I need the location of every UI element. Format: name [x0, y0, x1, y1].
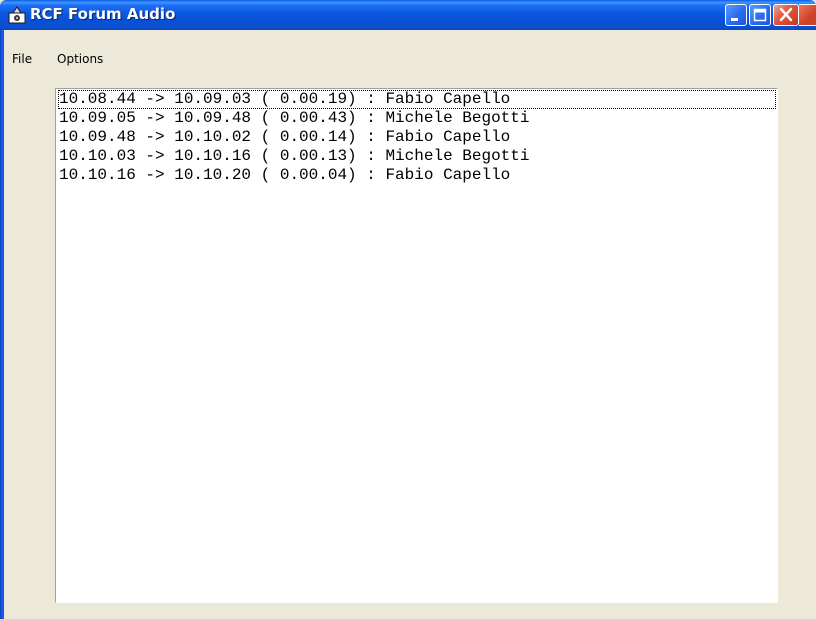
- maximize-icon: [753, 8, 767, 22]
- menu-file[interactable]: File: [12, 52, 32, 66]
- maximize-button[interactable]: [749, 4, 771, 26]
- close-icon: [779, 7, 793, 22]
- log-entry[interactable]: 10.09.48 -> 10.10.02 ( 0.00.14) : Fabio …: [58, 128, 776, 147]
- log-entry[interactable]: 10.10.03 -> 10.10.16 ( 0.00.13) : Michel…: [58, 147, 776, 166]
- menu-bar: File Options: [4, 52, 816, 72]
- close-button-edge[interactable]: [799, 4, 816, 26]
- menu-options[interactable]: Options: [57, 52, 103, 66]
- speaker-icon[interactable]: [8, 6, 26, 24]
- window-title: RCF Forum Audio: [30, 5, 176, 23]
- log-entry[interactable]: 10.10.16 -> 10.10.20 ( 0.00.04) : Fabio …: [58, 166, 776, 185]
- minimize-icon: [731, 18, 738, 21]
- close-button[interactable]: [773, 4, 799, 26]
- app-window: RCF Forum Audio File Options 10.08.44 ->…: [0, 0, 816, 619]
- window-frame-left: [0, 30, 4, 619]
- title-bar[interactable]: RCF Forum Audio: [0, 0, 816, 30]
- log-entry[interactable]: 10.09.05 -> 10.09.48 ( 0.00.43) : Michel…: [58, 109, 776, 128]
- minimize-button[interactable]: [725, 4, 747, 26]
- speaker-log-list[interactable]: 10.08.44 -> 10.09.03 ( 0.00.19) : Fabio …: [55, 88, 778, 603]
- log-entry[interactable]: 10.08.44 -> 10.09.03 ( 0.00.19) : Fabio …: [58, 90, 776, 109]
